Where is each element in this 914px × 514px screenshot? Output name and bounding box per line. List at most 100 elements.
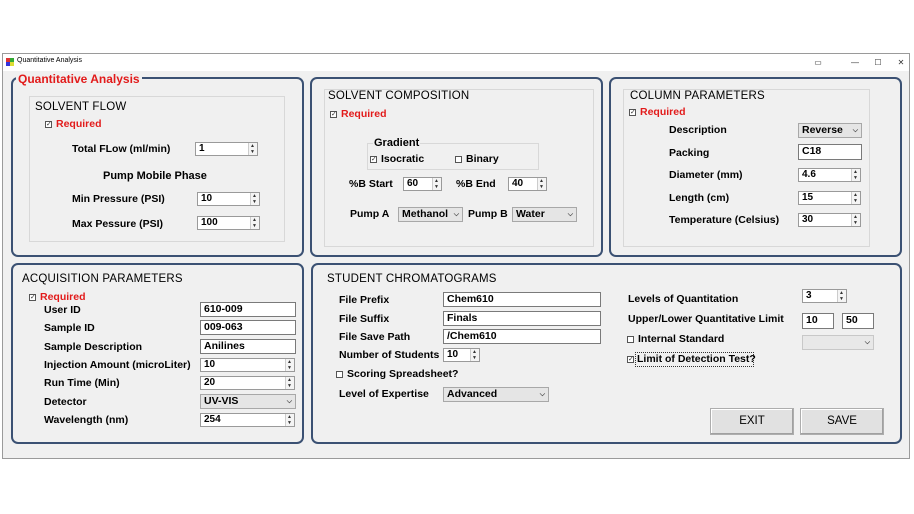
solvent-flow-required-checkbox[interactable]: ✓	[45, 121, 52, 128]
column-required-label: Required	[640, 106, 686, 118]
injection-label: Injection Amount (microLiter)	[44, 359, 191, 371]
file-prefix-label: File Prefix	[339, 294, 390, 306]
expertise-value: Advanced	[447, 388, 498, 400]
description-select[interactable]: Reverse ⌵	[798, 123, 862, 138]
save-path-label: File Save Path	[339, 331, 411, 343]
close-button[interactable]: ✕	[891, 56, 911, 69]
chevron-down-icon: ⌵	[852, 127, 858, 134]
packing-label: Packing	[669, 147, 710, 159]
b-end-input[interactable]: 40 ▲ ▼	[508, 177, 547, 191]
chevron-down-icon: ⌵	[539, 391, 545, 398]
maximize-button[interactable]: ☐	[868, 56, 888, 69]
description-label: Description	[669, 124, 727, 136]
binary-checkbox[interactable]	[455, 156, 462, 163]
total-flow-input[interactable]: 1 ▲ ▼	[195, 142, 258, 156]
save-path-input[interactable]: /Chem610	[443, 329, 601, 344]
run-time-input[interactable]: 20 ▲ ▼	[200, 376, 295, 390]
pump-b-select[interactable]: Water ⌵	[512, 207, 577, 222]
detector-label: Detector	[44, 396, 87, 408]
pump-phase-label: Pump Mobile Phase	[103, 170, 207, 182]
acquisition-title: ACQUISITION PARAMETERS	[22, 273, 183, 285]
scoring-label: Scoring Spreadsheet?	[347, 368, 459, 380]
file-prefix-input[interactable]: Chem610	[443, 292, 601, 307]
detector-value: UV-VIS	[204, 395, 239, 407]
temperature-input[interactable]: 30 ▲ ▼	[798, 213, 861, 227]
sample-id-value: 009-063	[204, 321, 243, 333]
sample-desc-input[interactable]: Anilines	[200, 339, 296, 354]
num-students-value: 10	[447, 349, 459, 360]
cast-icon[interactable]: ▭	[808, 56, 828, 69]
gradient-label: Gradient	[373, 137, 421, 149]
file-suffix-input[interactable]: Finals	[443, 311, 601, 326]
diameter-input[interactable]: 4.6 ▲ ▼	[798, 168, 861, 182]
diameter-value: 4.6	[802, 169, 816, 180]
temperature-value: 30	[802, 214, 814, 225]
max-pressure-input[interactable]: 100 ▲ ▼	[197, 216, 260, 230]
packing-input[interactable]: C18	[798, 144, 862, 160]
chevron-down-icon: ⌵	[864, 339, 870, 346]
levels-input[interactable]: 3 ▲ ▼	[802, 289, 847, 303]
b-start-label: %B Start	[349, 178, 393, 190]
window-title: Quantitative Analysis	[17, 57, 82, 64]
description-value: Reverse	[802, 124, 843, 136]
internal-std-select[interactable]: ⌵	[802, 335, 874, 350]
solvent-comp-required-label: Required	[341, 108, 387, 120]
length-label: Length (cm)	[669, 192, 730, 204]
chromatograms-title: STUDENT CHROMATOGRAMS	[327, 273, 497, 285]
temperature-label: Temperature (Celsius)	[669, 214, 780, 226]
wavelength-value: 254	[204, 414, 221, 425]
chevron-down-icon: ⌵	[567, 211, 573, 218]
isocratic-checkbox[interactable]: ✓	[370, 156, 377, 163]
lod-checkbox[interactable]: ✓	[627, 356, 634, 363]
lower-limit-input[interactable]: 50	[842, 313, 874, 329]
max-pressure-label: Max Pessure (PSI)	[72, 218, 164, 230]
min-pressure-input[interactable]: 10 ▲ ▼	[197, 192, 260, 206]
pump-a-select[interactable]: Methanol ⌵	[398, 207, 463, 222]
wavelength-input[interactable]: 254 ▲ ▼	[200, 413, 295, 427]
file-prefix-value: Chem610	[447, 293, 494, 305]
user-id-input[interactable]: 610-009	[200, 302, 296, 317]
internal-std-checkbox[interactable]	[627, 336, 634, 343]
column-parameters-title: COLUMN PARAMETERS	[630, 90, 765, 102]
detector-select[interactable]: UV-VIS ⌵	[200, 394, 296, 409]
app-icon	[6, 58, 14, 66]
exit-button[interactable]: EXIT	[710, 408, 794, 435]
minimize-button[interactable]: —	[845, 56, 865, 69]
packing-value: C18	[802, 145, 822, 157]
run-time-value: 20	[204, 377, 216, 388]
acquisition-required-label: Required	[40, 291, 86, 303]
column-required-checkbox[interactable]: ✓	[629, 109, 636, 116]
isocratic-label: Isocratic	[381, 153, 425, 165]
acquisition-required-checkbox[interactable]: ✓	[29, 294, 36, 301]
b-end-label: %B End	[456, 178, 496, 190]
length-value: 15	[802, 192, 814, 203]
b-start-value: 60	[407, 178, 419, 189]
max-pressure-value: 100	[201, 217, 218, 228]
total-flow-value: 1	[199, 143, 205, 154]
save-path-value: /Chem610	[447, 330, 497, 342]
min-pressure-value: 10	[201, 193, 213, 204]
expertise-select[interactable]: Advanced ⌵	[443, 387, 549, 402]
length-input[interactable]: 15 ▲ ▼	[798, 191, 861, 205]
total-flow-label: Total FLow (ml/min)	[72, 143, 171, 155]
num-students-input[interactable]: 10 ▲ ▼	[443, 348, 480, 362]
b-start-input[interactable]: 60 ▲ ▼	[403, 177, 442, 191]
sample-id-input[interactable]: 009-063	[200, 320, 296, 335]
levels-value: 3	[806, 290, 812, 301]
solvent-flow-title: SOLVENT FLOW	[35, 101, 127, 113]
solvent-composition-title: SOLVENT COMPOSITION	[328, 90, 470, 102]
sample-desc-value: Anilines	[204, 340, 245, 352]
min-pressure-label: Min Pressure (PSI)	[72, 193, 165, 205]
b-end-value: 40	[512, 178, 524, 189]
solvent-comp-required-checkbox[interactable]: ✓	[330, 111, 337, 118]
injection-input[interactable]: 10 ▲ ▼	[200, 358, 295, 372]
injection-value: 10	[204, 359, 216, 370]
save-button[interactable]: SAVE	[800, 408, 884, 435]
upper-limit-value: 10	[806, 314, 818, 326]
expertise-label: Level of Expertise	[339, 388, 429, 400]
scoring-checkbox[interactable]	[336, 371, 343, 378]
lower-limit-value: 50	[846, 314, 858, 326]
upper-limit-input[interactable]: 10	[802, 313, 834, 329]
binary-label: Binary	[466, 153, 499, 165]
run-time-label: Run Time (Min)	[44, 377, 120, 389]
